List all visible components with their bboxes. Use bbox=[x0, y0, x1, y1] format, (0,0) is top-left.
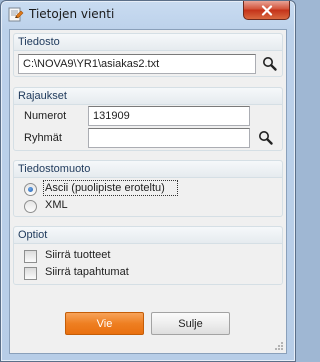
close-window-button[interactable] bbox=[243, 1, 290, 20]
radio-selected-dot bbox=[28, 187, 33, 192]
xml-option-label[interactable]: XML bbox=[45, 199, 68, 211]
file-path-input[interactable]: C:\NOVA9\YR1\asiakas2.txt bbox=[18, 54, 256, 74]
transfer-products-checkbox[interactable] bbox=[24, 250, 37, 263]
limits-group-header: Rajaukset bbox=[14, 88, 282, 105]
groups-search-icon[interactable] bbox=[257, 129, 275, 147]
export-dialog-window: Tietojen vienti Tiedosto C:\NOVA9\YR1\as… bbox=[0, 0, 296, 362]
options-group-header: Optiot bbox=[14, 227, 282, 244]
groups-input[interactable] bbox=[88, 128, 250, 148]
file-group-header: Tiedosto bbox=[14, 34, 282, 51]
number-input[interactable]: 131909 bbox=[88, 106, 250, 126]
export-app-icon bbox=[8, 7, 24, 22]
format-group-header: Tiedostomuoto bbox=[14, 161, 282, 178]
title-bar[interactable]: Tietojen vienti bbox=[1, 1, 295, 28]
close-button[interactable]: Sulje bbox=[151, 312, 230, 335]
ascii-option-label[interactable]: Ascii (puolipiste eroteltu) bbox=[45, 182, 165, 194]
xml-radio[interactable] bbox=[24, 200, 37, 213]
options-group: Optiot Siirrä tuotteet Siirrä tapahtumat bbox=[13, 226, 283, 285]
close-x-icon bbox=[261, 4, 272, 16]
magnifier-icon[interactable] bbox=[261, 55, 279, 73]
limits-group: Rajaukset Numerot 131909 Ryhmät bbox=[13, 87, 283, 151]
number-label: Numerot bbox=[24, 110, 67, 122]
resize-grip-icon[interactable] bbox=[274, 341, 284, 351]
file-group: Tiedosto C:\NOVA9\YR1\asiakas2.txt bbox=[13, 33, 283, 77]
transfer-events-checkbox[interactable] bbox=[24, 267, 37, 280]
groups-label: Ryhmät bbox=[24, 132, 62, 144]
ascii-radio[interactable] bbox=[24, 183, 37, 196]
transfer-events-label[interactable]: Siirrä tapahtumat bbox=[45, 266, 129, 278]
export-button[interactable]: Vie bbox=[65, 312, 144, 335]
dialog-content: Tiedosto C:\NOVA9\YR1\asiakas2.txt Rajau… bbox=[9, 29, 287, 354]
format-group: Tiedostomuoto Ascii (puolipiste eroteltu… bbox=[13, 160, 283, 217]
transfer-products-label[interactable]: Siirrä tuotteet bbox=[45, 249, 110, 261]
window-title: Tietojen vienti bbox=[29, 7, 115, 21]
